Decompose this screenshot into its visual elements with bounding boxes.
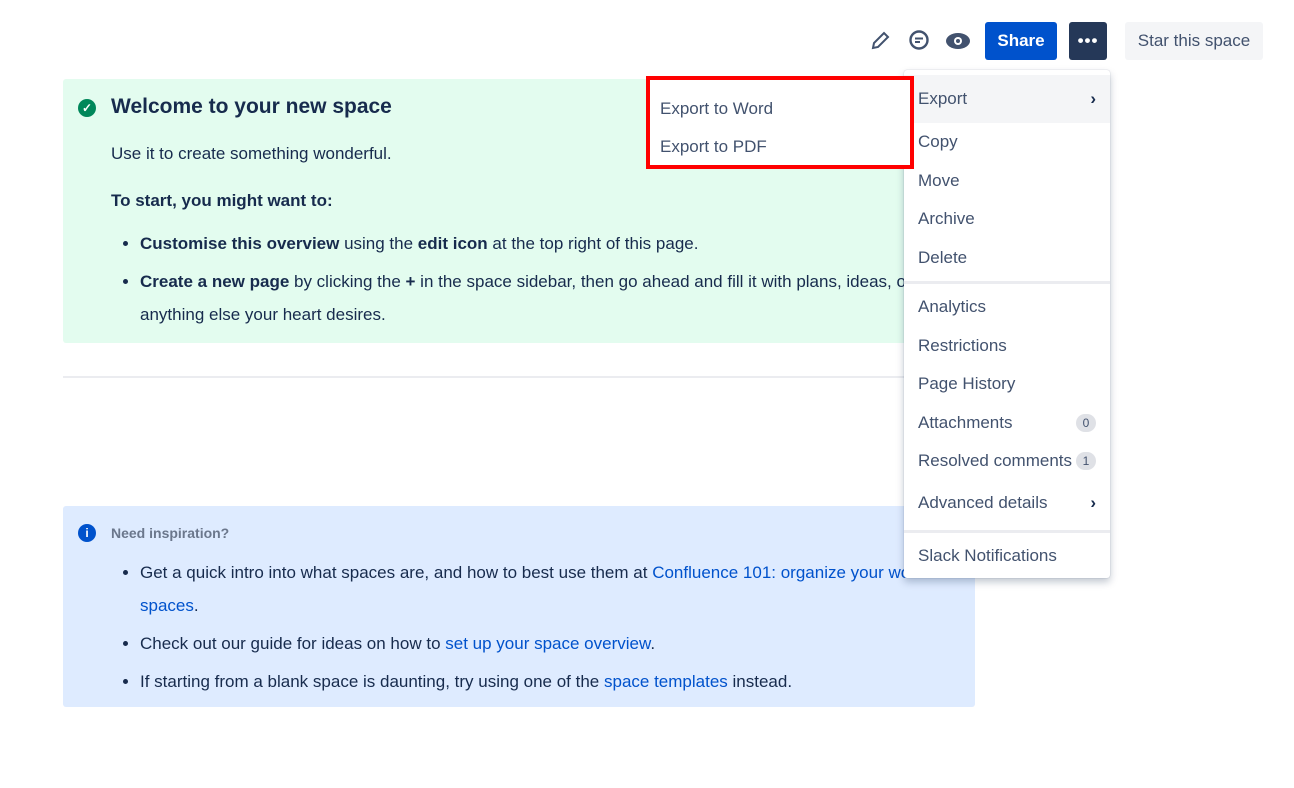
menu-item-resolved-comments[interactable]: Resolved comments 1 [904, 442, 1110, 481]
menu-item-page-history[interactable]: Page History [904, 365, 1110, 404]
watch-eye-icon[interactable] [944, 27, 972, 55]
menu-item-restrictions[interactable]: Restrictions [904, 327, 1110, 366]
check-circle-icon: ✓ [78, 99, 96, 117]
list-item: Customise this overview using the edit i… [140, 227, 960, 260]
chevron-right-icon: › [1090, 493, 1096, 512]
menu-item-move[interactable]: Move [904, 162, 1110, 201]
menu-item-slack-notifications[interactable]: Slack Notifications [904, 537, 1110, 576]
menu-separator [904, 529, 1110, 533]
menu-separator [904, 281, 1110, 284]
space-overview-link[interactable]: set up your space overview [445, 634, 650, 653]
star-space-button[interactable]: Star this space [1125, 22, 1263, 60]
info-icon: i [78, 524, 96, 542]
list-item: Get a quick intro into what spaces are, … [140, 556, 950, 622]
chevron-right-icon: › [1090, 89, 1096, 108]
welcome-list: Customise this overview using the edit i… [140, 227, 960, 336]
menu-item-archive[interactable]: Archive [904, 200, 1110, 239]
space-templates-link[interactable]: space templates [604, 672, 728, 691]
more-actions-menu: Export › Copy Move Archive Delete Analyti… [904, 70, 1110, 578]
comment-icon[interactable] [905, 27, 933, 55]
export-to-pdf[interactable]: Export to PDF [650, 128, 910, 166]
share-button[interactable]: Share [985, 22, 1057, 60]
menu-item-export[interactable]: Export › [904, 75, 1110, 123]
menu-item-copy[interactable]: Copy [904, 123, 1110, 162]
list-item: If starting from a blank space is daunti… [140, 665, 950, 698]
menu-item-attachments[interactable]: Attachments 0 [904, 404, 1110, 443]
inspiration-list: Get a quick intro into what spaces are, … [140, 556, 950, 703]
export-to-word[interactable]: Export to Word [650, 90, 910, 128]
inspiration-panel: i Need inspiration? Get a quick intro in… [63, 506, 975, 707]
menu-item-analytics[interactable]: Analytics [904, 288, 1110, 327]
menu-item-delete[interactable]: Delete [904, 239, 1110, 278]
divider [63, 376, 975, 378]
welcome-subtitle: Use it to create something wonderful. [111, 144, 392, 163]
list-item: Create a new page by clicking the + in t… [140, 265, 960, 331]
page-toolbar: Share ••• Star this space [866, 22, 1263, 60]
menu-item-advanced-details[interactable]: Advanced details › [904, 481, 1110, 526]
more-actions-button[interactable]: ••• [1069, 22, 1107, 60]
attachments-count-badge: 0 [1076, 413, 1096, 432]
list-item: Check out our guide for ideas on how to … [140, 627, 950, 660]
start-heading: To start, you might want to: [111, 191, 333, 210]
resolved-count-badge: 1 [1076, 452, 1096, 471]
edit-pencil-icon[interactable] [866, 27, 894, 55]
export-submenu: Export to Word Export to PDF [646, 76, 914, 169]
inspiration-title: Need inspiration? [111, 525, 230, 541]
welcome-title: Welcome to your new space [111, 95, 392, 118]
